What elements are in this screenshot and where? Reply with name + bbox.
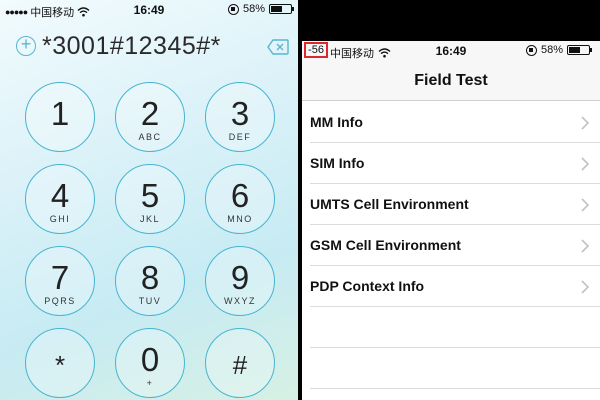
key-digit: 5	[140, 177, 160, 214]
key-letters: PQRS	[44, 296, 76, 306]
key-digit: 8	[140, 259, 160, 296]
menu-item[interactable]: GSM Cell Environment	[310, 225, 600, 266]
chevron-right-icon	[581, 280, 590, 294]
menu-item[interactable]: PDP Context Info	[310, 266, 600, 307]
dialed-number: *3001#12345#*	[42, 32, 221, 60]
key-digit: 4	[50, 177, 70, 214]
key-digit: 0	[140, 341, 160, 378]
key-letters: ABC	[138, 132, 162, 142]
battery-icon	[269, 4, 294, 14]
key-3-button[interactable]: 3 DEF	[205, 82, 275, 152]
chevron-right-icon	[581, 116, 590, 130]
backspace-icon[interactable]	[267, 39, 289, 55]
navigation-bar: Field Test	[302, 61, 600, 101]
key-digit: #	[232, 350, 248, 380]
key-0-button[interactable]: 0 +	[115, 328, 185, 398]
key-6-button[interactable]: 6 MNO	[205, 164, 275, 234]
key-letters: DEF	[228, 132, 252, 142]
key-letters: JKL	[139, 214, 160, 224]
menu-item-label: GSM Cell Environment	[310, 237, 461, 253]
number-entry: + *3001#12345#*	[0, 30, 298, 66]
key-2-button[interactable]: 2 ABC	[115, 82, 185, 152]
battery-icon	[567, 45, 592, 55]
key-letters: MNO	[227, 214, 253, 224]
key-letters: TUV	[138, 296, 162, 306]
key-1-button[interactable]: 1	[25, 82, 95, 152]
field-test-screen: -56 中国移动 16:49 58% Field Test MM Info SIM…	[302, 0, 600, 400]
menu-item[interactable]: MM Info	[310, 102, 600, 143]
chevron-right-icon	[581, 157, 590, 171]
dialer-screen: ●●●●● 中国移动 16:49 58% + *3001#12345#* 1 2A…	[0, 0, 298, 400]
status-bar: -56 中国移动 16:49 58%	[302, 41, 600, 61]
key-star-button[interactable]: *	[25, 328, 95, 398]
menu-item-label: SIM Info	[310, 155, 365, 171]
status-bar: ●●●●● 中国移动 16:49 58%	[0, 0, 298, 20]
battery-percent: 58%	[540, 44, 563, 56]
key-4-button[interactable]: 4 GHI	[25, 164, 95, 234]
key-5-button[interactable]: 5 JKL	[115, 164, 185, 234]
menu-item[interactable]: UMTS Cell Environment	[310, 184, 600, 225]
chevron-right-icon	[581, 198, 590, 212]
key-digit: 9	[230, 259, 250, 296]
key-letters: WXYZ	[224, 296, 256, 306]
key-digit: *	[54, 350, 66, 380]
empty-row	[310, 348, 600, 389]
key-digit: 7	[50, 259, 70, 296]
key-9-button[interactable]: 9 WXYZ	[205, 246, 275, 316]
key-letters: GHI	[49, 214, 71, 224]
menu-item[interactable]: SIM Info	[310, 143, 600, 184]
menu-item-label: UMTS Cell Environment	[310, 196, 469, 212]
chevron-right-icon	[581, 239, 590, 253]
key-letters: +	[146, 378, 154, 388]
key-digit: 2	[140, 95, 160, 132]
key-pound-button[interactable]: #	[205, 328, 275, 398]
rotation-lock-icon	[227, 3, 239, 15]
empty-row	[310, 307, 600, 348]
key-digit: 1	[50, 95, 70, 132]
battery-percent: 58%	[242, 3, 265, 15]
key-digit: 3	[230, 95, 250, 132]
key-digit: 6	[230, 177, 250, 214]
field-test-menu: MM Info SIM Info UMTS Cell Environment GSM …	[302, 102, 600, 389]
key-8-button[interactable]: 8 TUV	[115, 246, 185, 316]
menu-item-label: PDP Context Info	[310, 278, 425, 294]
key-7-button[interactable]: 7 PQRS	[25, 246, 95, 316]
menu-item-label: MM Info	[310, 114, 363, 130]
add-contact-icon[interactable]: +	[16, 35, 36, 56]
rotation-lock-icon	[525, 44, 537, 56]
page-title: Field Test	[414, 72, 488, 89]
